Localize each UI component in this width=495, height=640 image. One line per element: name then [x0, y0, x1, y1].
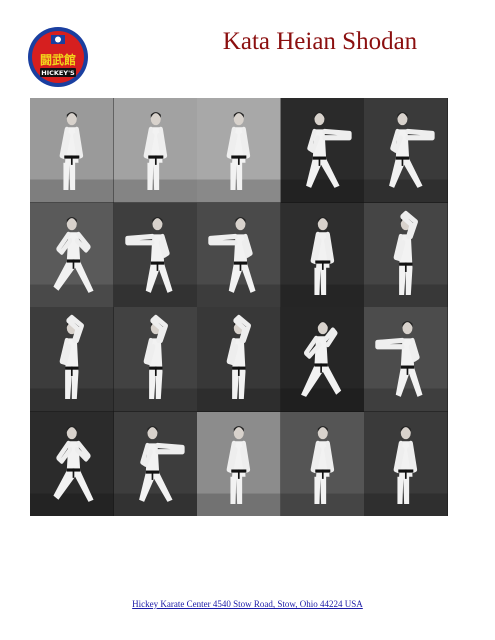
kata-photo — [30, 411, 114, 516]
kata-photo — [364, 202, 448, 307]
kata-photo — [364, 98, 448, 203]
logo-text: HICKEY'S — [41, 69, 75, 77]
kata-photo — [280, 411, 365, 516]
logo-kanji: 闘武館 — [40, 52, 76, 67]
kata-photo — [364, 307, 448, 412]
kata-photo — [113, 411, 198, 516]
kata-photo — [280, 98, 365, 203]
dojo-logo: 闘武館 HICKEY'S — [28, 27, 88, 87]
kata-photo — [364, 411, 448, 516]
kata-photo-grid — [30, 98, 448, 516]
kata-photo — [280, 202, 365, 307]
kata-photo — [30, 307, 114, 412]
kata-photo — [197, 98, 281, 203]
kata-photo — [30, 202, 114, 307]
kata-photo — [197, 307, 281, 412]
kata-photo — [280, 307, 365, 412]
page-title: Kata Heian Shodan — [222, 28, 418, 55]
kata-photo — [197, 411, 281, 516]
kata-photo — [30, 98, 114, 203]
kata-photo — [197, 202, 281, 307]
kata-photo — [113, 98, 198, 203]
footer-link[interactable]: Hickey Karate Center 4540 Stow Road, Sto… — [0, 599, 495, 609]
kata-photo — [113, 202, 198, 307]
kata-photo — [113, 307, 198, 412]
